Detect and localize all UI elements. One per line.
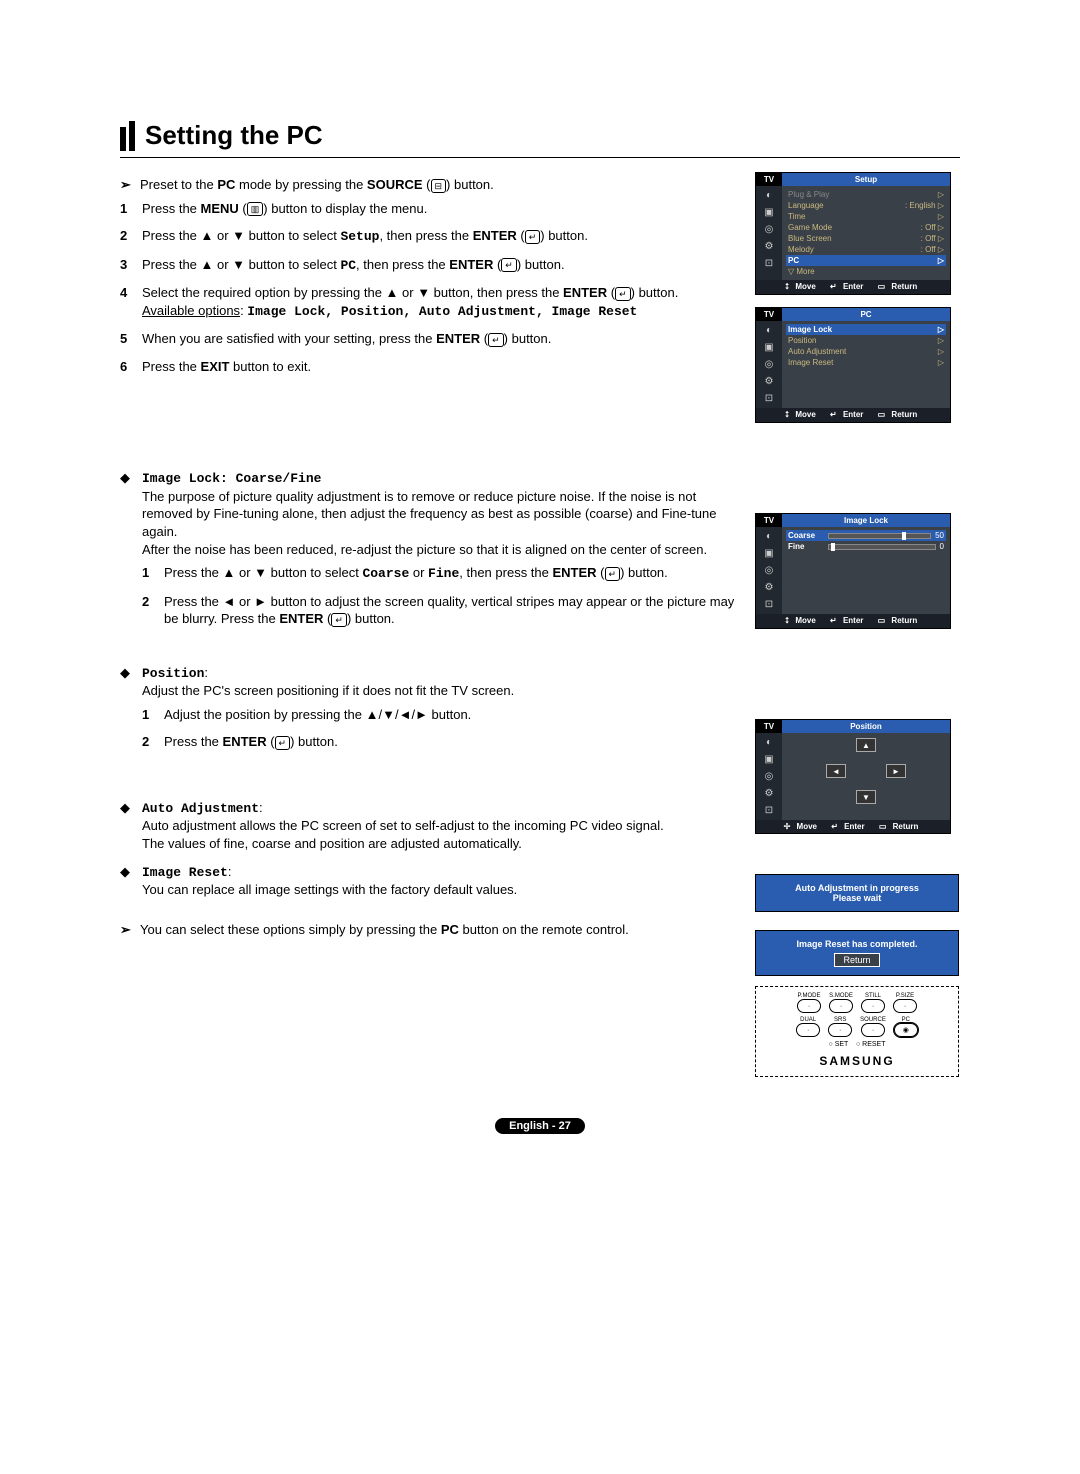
auto-adjustment-desc: Auto adjustment allows the PC screen of …: [142, 817, 735, 852]
osd-row[interactable]: Blue Screen: Off ▷: [786, 233, 946, 244]
osd-sidebar-icons: ◐ ▣ ◎ ⚙ ⊡: [756, 186, 782, 280]
main-steps: 1 Press the MENU (▥) button to display t…: [120, 200, 735, 376]
bullet-icon: ◆: [120, 799, 142, 853]
enter-button-icon: ↵: [488, 333, 504, 347]
main-content: ➢ Preset to the PC mode by pressing the …: [120, 172, 735, 1077]
remote-srs-button[interactable]: SRS·: [828, 1017, 852, 1037]
page-number-pill: English - 27: [495, 1118, 585, 1134]
channel-icon: ◎: [765, 224, 774, 235]
osd-row[interactable]: ▽ More: [786, 266, 946, 277]
slider-row[interactable]: Fine0: [786, 541, 946, 552]
osd-tv-label: TV: [756, 173, 782, 186]
osd-row[interactable]: Plug & Play ▷: [786, 189, 946, 200]
osd-row[interactable]: Image Lock▷: [786, 324, 946, 335]
enter-button-icon: ↵: [615, 287, 631, 301]
slider-row[interactable]: Coarse50: [786, 530, 946, 541]
menu-button-icon: ▥: [247, 202, 264, 216]
auto-adjustment-heading: Auto Adjustment: [142, 801, 259, 816]
setup-icon: ⚙: [765, 241, 774, 252]
remote-p.size-button[interactable]: P.SIZE·: [893, 993, 917, 1013]
osd-row[interactable]: Melody: Off ▷: [786, 244, 946, 255]
image-reset-heading: Image Reset: [142, 865, 228, 880]
samsung-logo: SAMSUNG: [760, 1054, 954, 1068]
pos-left-button[interactable]: ◄: [826, 764, 846, 778]
bullet-icon: ◆: [120, 863, 142, 899]
position-heading: Position: [142, 666, 204, 681]
osd-row[interactable]: Auto Adjustment▷: [786, 346, 946, 357]
enter-button-icon: ↵: [501, 258, 517, 272]
osd-position-menu[interactable]: TV Position ◐▣◎⚙⊡ ▲ ◄ ► ▼: [755, 719, 951, 834]
available-options-label: Available options: [142, 303, 240, 318]
source-button-icon: ⊟: [431, 179, 447, 193]
osd-row[interactable]: Image Reset▷: [786, 357, 946, 368]
enter-button-icon: ↵: [331, 613, 347, 627]
intro-line: Preset to the PC mode by pressing the SO…: [140, 176, 494, 194]
enter-button-icon: ↵: [605, 567, 621, 581]
return-button[interactable]: Return: [834, 953, 879, 967]
remote-dual-button[interactable]: DUAL·: [796, 1017, 820, 1037]
remote-s.mode-button[interactable]: S.MODE·: [829, 993, 853, 1013]
osd-row[interactable]: Game Mode: Off ▷: [786, 222, 946, 233]
title-bars-icon: [120, 121, 135, 151]
remote-control-diagram: P.MODE· S.MODE· STILL· P.SIZE· DUAL· SRS· SOU…: [755, 986, 959, 1077]
osd-pc-menu[interactable]: TV PC ◐▣◎⚙⊡ Image Lock▷Position▷Auto Adj…: [755, 307, 951, 423]
pos-up-button[interactable]: ▲: [856, 738, 876, 752]
sound-icon: ▣: [764, 207, 773, 218]
note-arrow-icon: ➢: [120, 176, 140, 194]
osd-row[interactable]: Position▷: [786, 335, 946, 346]
enter-button-icon: ↵: [275, 736, 291, 750]
osd-column: TV Setup ◐ ▣ ◎ ⚙ ⊡ Plug & Play ▷Language…: [755, 172, 960, 1077]
remote-pc-button[interactable]: PC◉: [894, 1017, 918, 1037]
auto-adjustment-message: Auto Adjustment in progress Please wait: [755, 874, 959, 912]
pc-button-tip: You can select these options simply by p…: [140, 921, 629, 939]
picture-icon: ◐: [766, 190, 772, 201]
osd-image-lock-menu[interactable]: TV Image Lock ◐▣◎⚙⊡ Coarse50Fine0 ⭥ Move…: [755, 513, 951, 629]
image-lock-heading: Image Lock: Coarse/Fine: [142, 471, 321, 486]
osd-row[interactable]: PC ▷: [786, 255, 946, 266]
image-lock-desc: The purpose of picture quality adjustmen…: [142, 488, 735, 558]
enter-button-icon: ↵: [525, 230, 541, 244]
remote-p.mode-button[interactable]: P.MODE·: [797, 993, 821, 1013]
osd-row[interactable]: Time ▷: [786, 211, 946, 222]
step-body: Press the MENU (▥) button to display the…: [142, 200, 735, 218]
input-icon: ⊡: [765, 258, 773, 269]
remote-still-button[interactable]: STILL·: [861, 993, 885, 1013]
osd-setup-menu[interactable]: TV Setup ◐ ▣ ◎ ⚙ ⊡ Plug & Play ▷Language…: [755, 172, 951, 295]
bullet-icon: ◆: [120, 664, 142, 769]
osd-title: Setup: [782, 173, 950, 186]
position-desc: Adjust the PC's screen positioning if it…: [142, 682, 735, 700]
remote-source-button[interactable]: SOURCE·: [860, 1017, 886, 1037]
osd-footer: ⭥ Move ↵ Enter ▭ Return: [756, 280, 950, 294]
page-title: Setting the PC: [145, 120, 323, 151]
step-num: 1: [120, 200, 142, 218]
page-footer: English - 27: [120, 1117, 960, 1134]
image-reset-message: Image Reset has completed. Return: [755, 930, 959, 976]
position-dpad[interactable]: ▲ ◄ ► ▼: [786, 736, 946, 804]
bullet-icon: ◆: [120, 469, 142, 645]
osd-row[interactable]: Language: English ▷: [786, 200, 946, 211]
pos-down-button[interactable]: ▼: [856, 790, 876, 804]
image-reset-desc: You can replace all image settings with …: [142, 881, 735, 899]
note-arrow-icon: ➢: [120, 921, 140, 939]
pos-right-button[interactable]: ►: [886, 764, 906, 778]
title-row: Setting the PC: [120, 120, 960, 158]
remote-dots: ○ SET ○ RESET: [760, 1041, 954, 1048]
